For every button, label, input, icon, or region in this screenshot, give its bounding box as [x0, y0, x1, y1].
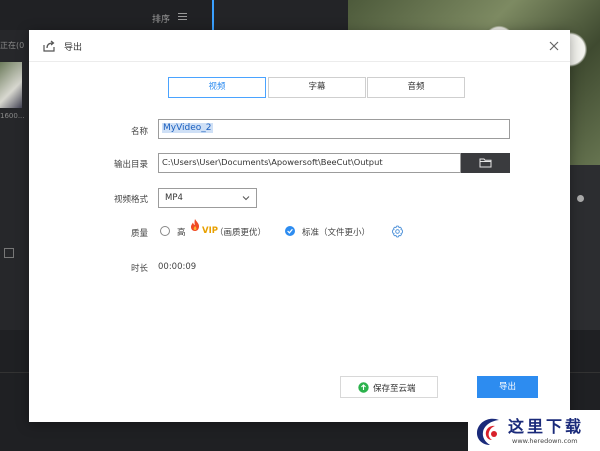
media-thumbnail [0, 62, 22, 108]
name-input[interactable]: MyVideo_2 [158, 119, 510, 139]
quality-high-description: （画质更优） [215, 228, 267, 238]
save-to-cloud-label: 保存至云端 [373, 384, 416, 394]
check-icon [287, 228, 293, 234]
browse-folder-button[interactable] [461, 153, 510, 173]
tab-audio[interactable]: 音频 [367, 77, 465, 98]
folder-icon [479, 158, 492, 168]
sort-label: 排序 [152, 15, 171, 25]
media-panel-status: 正在(0 [0, 41, 25, 50]
quality-label: 质量 [130, 229, 148, 239]
heredown-logo-icon [476, 418, 499, 445]
name-label: 名称 [130, 127, 148, 137]
duration-value: 00:00:09 [158, 262, 197, 272]
export-dialog: 导出 视频 字幕 音频 名称 MyVideo_2 输出目录 C:\Users\U… [29, 30, 570, 422]
dialog-header: 导出 [29, 30, 570, 62]
sort-icon [178, 13, 187, 20]
export-button[interactable]: 导出 [477, 376, 538, 398]
tab-video[interactable]: 视频 [168, 77, 266, 98]
format-select-value: MP4 [165, 193, 183, 203]
format-select[interactable]: MP4 [158, 188, 257, 208]
watermark-url: www.heredown.com [512, 437, 578, 445]
cloud-upload-icon [358, 382, 369, 393]
crop-icon [4, 248, 14, 258]
save-to-cloud-button[interactable]: 保存至云端 [340, 376, 438, 398]
format-label: 视频格式 [113, 195, 148, 205]
quality-high-label: 高 [177, 228, 186, 238]
gear-icon[interactable] [391, 225, 404, 238]
export-icon [43, 40, 55, 52]
watermark: 这里下载 www.heredown.com [468, 410, 600, 451]
output-dir-input[interactable]: C:\Users\User\Documents\Apowersoft\BeeCu… [158, 153, 461, 173]
chevron-down-icon [242, 196, 250, 201]
close-icon[interactable] [547, 39, 561, 53]
fire-icon [191, 219, 200, 231]
preview-slider-handle [577, 195, 584, 202]
quality-high-radio[interactable] [160, 226, 170, 236]
dialog-title: 导出 [64, 43, 83, 53]
quality-standard-label: 标准（文件更小） [302, 228, 371, 238]
quality-standard-radio[interactable] [285, 226, 295, 236]
output-dir-label: 输出目录 [113, 160, 148, 170]
tab-subtitle[interactable]: 字幕 [268, 77, 366, 98]
media-thumbnail-label: 1600... [0, 112, 25, 120]
watermark-title: 这里下载 [508, 417, 585, 436]
duration-label: 时长 [130, 264, 148, 274]
name-input-value: MyVideo_2 [162, 123, 213, 133]
